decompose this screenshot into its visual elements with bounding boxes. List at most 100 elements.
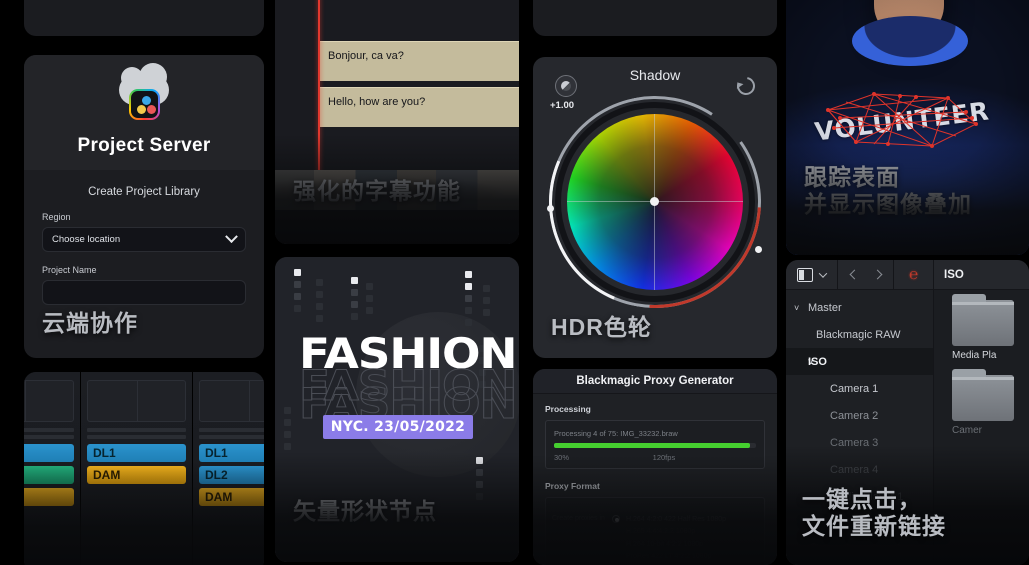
timeline-clip[interactable] [24, 488, 74, 506]
proxy-format-radio[interactable] [612, 515, 620, 523]
card-top-middle-partial [533, 0, 777, 36]
tree-item-iso[interactable]: ˅ ISO [786, 348, 933, 375]
tree-item-camera-2[interactable]: Camera 2 [786, 402, 933, 429]
node-column [366, 283, 373, 314]
fashion-caption: 矢量形状节点 [293, 498, 437, 524]
surface-tracking-card: VOLUNTEER 跟踪表面并显示图像叠加 [786, 0, 1029, 255]
timeline-clip[interactable]: DL1 [87, 444, 186, 462]
surface-tracking-caption: 跟踪表面并显示图像叠加 [804, 164, 972, 217]
node-column [316, 279, 323, 322]
color-wheel-control[interactable] [555, 102, 755, 302]
tree-item-label: Camera 4 [830, 464, 878, 476]
proxy-format-panel: Create proxies in H.264 4:2:0 422 Half R… [545, 497, 765, 565]
media-bin-breadcrumb: ISO [934, 269, 964, 281]
tree-item-camera-1[interactable]: Camera 1 [786, 375, 933, 402]
caption-line-1: 一键点击， [802, 486, 922, 512]
progress-percent: 30% [554, 453, 569, 462]
tree-item-label: Camera 2 [830, 410, 878, 422]
progress-bar [554, 443, 756, 448]
wheel-slider-handle-right[interactable] [755, 246, 762, 253]
media-bin-grid: Media Pla Camer [934, 290, 1029, 565]
region-select[interactable]: Choose location [42, 227, 246, 252]
tree-item-master[interactable]: ˅ Master [786, 294, 933, 321]
panel-toggle-icon [797, 268, 813, 282]
proxy-format-option[interactable]: H.264 4:2:0 422 Half Res 1080p [626, 514, 726, 526]
subtitles-caption: 强化的字幕功能 [293, 178, 461, 204]
folder-icon [952, 300, 1014, 346]
chevron-down-icon: ˅ [794, 303, 808, 313]
proxy-format-options: H.264 4:2:0 422 Half Res 1080p H.265 4:4… [612, 514, 726, 563]
bin-folder-item[interactable]: Media Pla [952, 300, 1029, 361]
subtitles-card: Bonjour, ca va? Hello, how are you? 强化的字… [275, 0, 519, 244]
processing-section-label: Processing [545, 404, 765, 414]
bin-folder-item[interactable]: Camer [952, 375, 1029, 436]
fashion-card: FASHION FASHION FASHION NYC. 23/05/2022 … [275, 257, 519, 562]
folder-icon [952, 375, 1014, 421]
region-select-value: Choose location [52, 234, 120, 245]
tree-item-label: Blackmagic RAW [816, 329, 901, 341]
subtitle-text: Bonjour, ca va? [328, 50, 404, 62]
processing-status-text: Processing 4 of 75: IMG_33232.braw [554, 429, 756, 438]
project-name-label: Project Name [42, 265, 246, 275]
timeline-track-column[interactable]: DL1 DL2 DAM [192, 372, 264, 565]
form-heading: Create Project Library [42, 186, 246, 198]
timeline-clip[interactable]: DAM [199, 488, 264, 506]
proxy-format-option[interactable]: H.264 10-bit 4:2:2 1080p [626, 539, 726, 551]
hdr-color-wheel-card: Shadow +1.00 HDR色轮 [533, 57, 777, 358]
node-column [483, 285, 490, 316]
caption-line-1: 跟踪表面 [804, 164, 900, 190]
timeline-clip[interactable]: DAM [87, 466, 186, 484]
processing-panel: Processing 4 of 75: IMG_33232.braw 30% 1… [545, 420, 765, 469]
subtitle-clip[interactable]: Hello, how are you? [318, 87, 519, 127]
tree-item-blackmagic-raw[interactable]: Blackmagic RAW [786, 321, 933, 348]
progress-fps: 120fps [653, 453, 676, 462]
wheel-slider-handle-left[interactable] [547, 205, 554, 212]
node-column [351, 277, 358, 320]
node-column [476, 457, 483, 500]
node-column [294, 269, 301, 312]
proxy-generator-title: Blackmagic Proxy Generator [533, 369, 777, 394]
navigation-buttons[interactable] [838, 260, 894, 289]
progress-meta: 30% 120fps [554, 453, 756, 462]
chevron-down-icon [225, 230, 238, 243]
proxy-format-option[interactable]: ProRes 422 LT 4:2:2 1080p [626, 551, 726, 563]
create-project-library-form: Create Project Library Region Choose loc… [24, 170, 264, 305]
region-label: Region [42, 212, 246, 222]
fashion-date-badge: NYC. 23/05/2022 [323, 415, 473, 439]
wheel-center-handle[interactable] [650, 197, 659, 206]
timeline-clip[interactable]: DL1 [199, 444, 264, 462]
tree-item-camera-4[interactable]: Camera 4 [786, 456, 933, 483]
arrow-right-icon[interactable] [872, 270, 882, 280]
subtitle-clip[interactable]: Bonjour, ca va? [318, 41, 519, 81]
node-column [284, 407, 291, 450]
subtitle-text: Hello, how are you? [328, 96, 425, 108]
relink-button[interactable]: ℮ [894, 260, 934, 289]
proxy-generator-card: Blackmagic Proxy Generator Processing Pr… [533, 369, 777, 565]
subtitle-timeline: Bonjour, ca va? Hello, how are you? [275, 0, 519, 244]
timeline-clip[interactable] [24, 466, 74, 484]
proxy-format-option[interactable]: H.265 4:4:4:2:2 1080p [626, 526, 726, 538]
timeline-tracks-card: DL1 DAM DL1 DL2 DAM DL2 XFX1 DAM [24, 372, 264, 565]
playhead[interactable] [318, 0, 320, 185]
project-server-caption: 云端协作 [42, 310, 138, 336]
proxy-format-section-label: Proxy Format [545, 481, 765, 491]
folder-label: Media Pla [952, 350, 1029, 361]
project-name-input[interactable] [42, 280, 246, 305]
lift-knob-icon[interactable] [555, 75, 577, 97]
media-bin-caption: 一键点击，文件重新链接 [802, 486, 946, 539]
create-proxies-in-label: Create proxies in [552, 515, 605, 522]
card-top-left-partial [24, 0, 264, 36]
timeline-track-column[interactable] [24, 372, 80, 565]
node-column [465, 271, 472, 326]
timeline-clip[interactable] [24, 444, 74, 462]
tree-item-label: Camera 1 [830, 383, 878, 395]
media-bin-card: ℮ ISO ˅ Master Blackmagic RAW ˅ ISO Came… [786, 260, 1029, 565]
view-toggle-button[interactable] [786, 260, 838, 289]
progress-bar-fill [554, 443, 750, 448]
caption-line-2: 并显示图像叠加 [804, 191, 972, 217]
arrow-left-icon[interactable] [849, 270, 859, 280]
tree-item-camera-3[interactable]: Camera 3 [786, 429, 933, 456]
project-server-title: Project Server [77, 135, 210, 157]
timeline-clip[interactable]: DL2 [199, 466, 264, 484]
timeline-track-column[interactable]: DL1 DAM [80, 372, 192, 565]
